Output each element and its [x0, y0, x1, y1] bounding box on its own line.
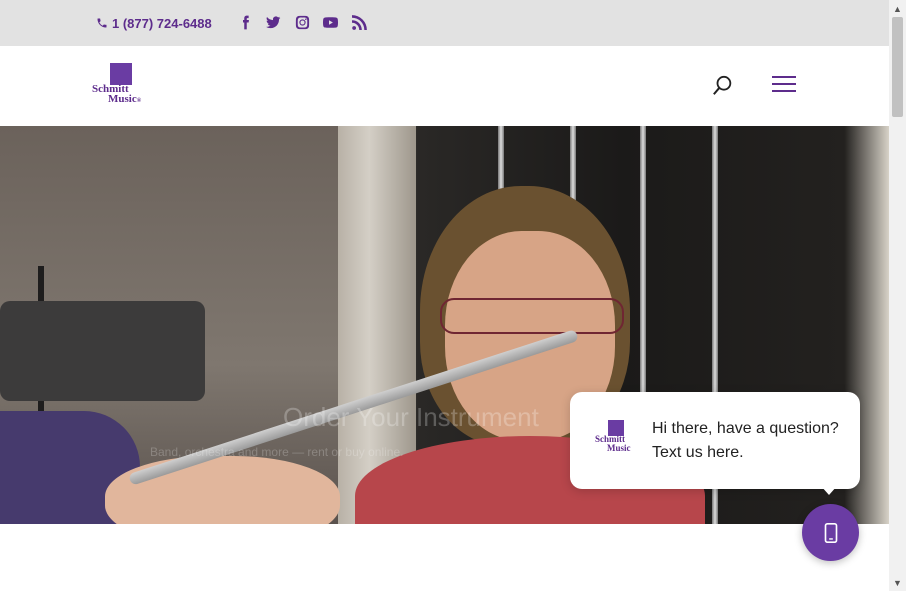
rss-icon[interactable] [350, 13, 368, 31]
phone-icon [97, 18, 107, 28]
youtube-icon[interactable] [321, 13, 339, 31]
hero-title: Order Your Instrument [283, 402, 539, 432]
facebook-icon[interactable] [236, 13, 254, 31]
search-button[interactable] [712, 75, 734, 97]
menu-line-icon [772, 76, 796, 78]
hero-subtitle: Band, orchestra and more — rent or buy o… [150, 445, 404, 459]
site-logo[interactable]: Schmitt Music® [92, 63, 154, 109]
top-bar: 1 (877) 724-6488 [0, 0, 889, 46]
menu-line-icon [772, 90, 796, 92]
hero-hands [105, 456, 340, 524]
chat-prompt-bubble[interactable]: Schmitt Music Hi there, have a question?… [570, 392, 860, 495]
search-icon [713, 75, 732, 95]
phone-link[interactable]: 1 (877) 724-6488 [96, 14, 212, 32]
logo-line-2: Music [108, 93, 137, 105]
logo-registered: ® [136, 98, 142, 104]
chat-logo: Schmitt Music [595, 420, 639, 460]
mobile-phone-icon [824, 522, 837, 543]
chat-launcher-button[interactable] [802, 504, 859, 561]
scroll-up-arrow-icon[interactable]: ▲ [889, 0, 906, 17]
hamburger-menu-button[interactable] [772, 76, 796, 96]
logo-mark-icon [110, 63, 132, 85]
instrument-case [0, 301, 205, 401]
page-scrollbar[interactable]: ▲ ▼ [889, 0, 906, 591]
chat-message: Hi there, have a question? Text us here. [652, 420, 839, 461]
chat-logo-line-2: Music [607, 443, 631, 453]
instagram-icon[interactable] [293, 13, 311, 31]
scroll-down-arrow-icon[interactable]: ▼ [889, 574, 906, 591]
twitter-icon[interactable] [264, 13, 282, 31]
menu-line-icon [772, 83, 796, 85]
phone-number: 1 (877) 724-6488 [112, 15, 212, 31]
site-header: Schmitt Music® [0, 46, 889, 127]
hero-glasses [440, 298, 624, 334]
scroll-thumb[interactable] [892, 17, 903, 117]
